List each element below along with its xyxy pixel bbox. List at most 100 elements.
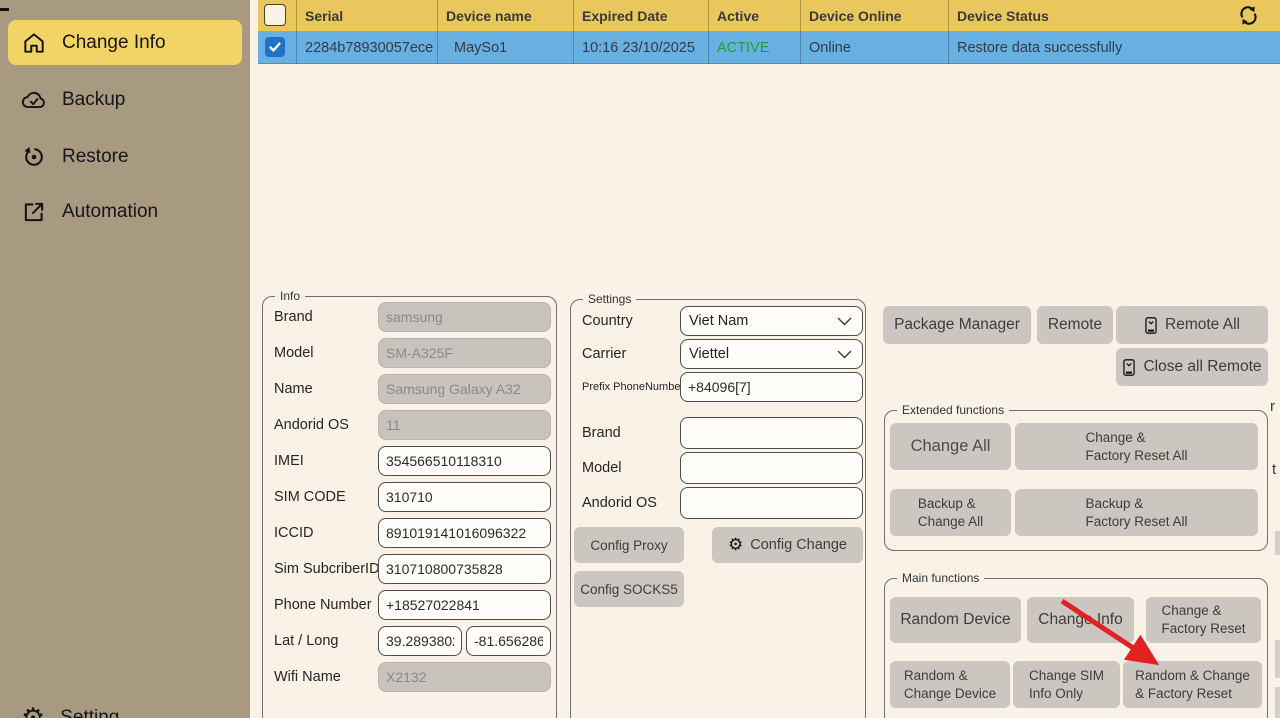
button-label: Change & Factory Reset All [1085,429,1187,464]
config-change-label: Config Change [750,537,847,553]
change-info-button[interactable]: Change Info [1027,597,1134,643]
sidebar-item-label: Setting [60,707,119,718]
sim-subscriber-label: Sim SubcriberID [274,554,380,584]
device-table-header: Serial Device name Expired Date Active D… [258,0,1280,31]
main-functions-title: Main functions [897,571,984,585]
clipped-text-fragment: r [1270,398,1275,415]
change-all-button[interactable]: Change All [890,423,1011,470]
model-field [378,338,551,368]
window-edge-mark [0,8,9,11]
config-change-button[interactable]: ⚙ Config Change [712,527,863,563]
col-header-serial[interactable]: Serial [296,0,437,31]
iccid-field[interactable] [378,518,551,548]
settings-android-os-label: Andorid OS [582,488,657,518]
button-label: Change SIM Info Only [1029,667,1104,702]
sidebar-item-change-info[interactable]: Change Info [8,20,242,65]
brand-field [378,302,551,332]
extended-functions-title: Extended functions [897,403,1009,417]
change-sim-info-only-button[interactable]: Change SIM Info Only [1013,661,1120,708]
lat-long-label: Lat / Long [274,626,339,656]
random-and-change-device-button[interactable]: Random & Change Device [890,661,1010,708]
settings-groupbox-title: Settings [583,292,636,306]
home-icon [21,30,47,56]
sidebar-item-label: Automation [62,201,158,223]
refresh-icon[interactable] [1236,3,1261,28]
phone-number-label: Phone Number [274,590,372,620]
phone-number-field[interactable] [378,590,551,620]
chevron-down-icon [837,350,852,359]
imei-label: IMEI [274,446,304,476]
sidebar: Change Info Backup Restore Automation ⚙ … [0,0,250,718]
row-checkbox[interactable] [265,37,285,57]
close-all-remote-label: Close all Remote [1143,358,1261,376]
sidebar-item-setting[interactable]: ⚙ Setting [8,696,242,718]
sidebar-item-automation[interactable]: Automation [8,190,242,234]
info-groupbox-title: Info [275,289,305,303]
sim-code-field[interactable] [378,482,551,512]
button-label: Random & Change & Factory Reset [1135,667,1250,702]
settings-model-label: Model [582,453,622,483]
launch-icon [21,199,47,225]
sidebar-item-label: Change Info [62,32,166,54]
config-socks5-button[interactable]: Config SOCKS5 [574,571,684,607]
col-header-expired-date[interactable]: Expired Date [573,0,708,31]
brand-label: Brand [274,302,313,332]
gear-icon: ⚙ [728,537,743,554]
android-os-field [378,410,551,440]
col-header-active[interactable]: Active [708,0,800,31]
country-value: Viet Nam [689,313,748,329]
clipped-button-fragment [1275,531,1280,555]
restore-icon [21,144,47,170]
iccid-label: ICCID [274,518,313,548]
country-label: Country [582,306,633,336]
random-change-factory-reset-button[interactable]: Random & Change & Factory Reset [1123,661,1262,708]
package-manager-button[interactable]: Package Manager [883,306,1031,344]
random-device-button[interactable]: Random Device [890,597,1021,643]
cell-expired-date: 10:16 23/10/2025 [573,31,708,64]
sidebar-item-restore[interactable]: Restore [8,135,242,179]
imei-field[interactable] [378,446,551,476]
change-and-factory-reset-all-button[interactable]: Change & Factory Reset All [1015,423,1258,470]
device-table-row[interactable]: 2284b78930057ece MaySo1 10:16 23/10/2025… [258,31,1280,64]
carrier-dropdown[interactable]: Viettel [680,339,863,369]
button-label: Backup & Change All [918,495,983,530]
name-label: Name [274,374,313,404]
button-label: Change & Factory Reset [1161,602,1245,637]
cell-device-online: Online [800,31,948,64]
cloud-backup-icon [21,87,47,113]
remote-button[interactable]: Remote [1037,306,1113,344]
settings-brand-label: Brand [582,418,621,448]
wifi-name-label: Wifi Name [274,662,341,692]
col-header-device-online[interactable]: Device Online [800,0,948,31]
config-proxy-button[interactable]: Config Proxy [574,527,684,563]
sidebar-item-backup[interactable]: Backup [8,78,242,122]
col-header-device-name[interactable]: Device name [437,0,573,31]
clipped-button-fragment [1275,640,1280,678]
settings-brand-field[interactable] [680,417,863,449]
button-label: Random & Change Device [904,667,996,702]
sidebar-item-label: Restore [62,146,129,168]
settings-android-os-field[interactable] [680,487,863,519]
prefix-phone-field[interactable] [680,372,863,402]
name-field [378,374,551,404]
android-os-label: Andorid OS [274,410,349,440]
chevron-down-icon [837,317,852,326]
longitude-field[interactable] [466,626,551,656]
cell-device-status: Restore data successfully [948,31,1280,64]
country-dropdown[interactable]: Viet Nam [680,306,863,336]
close-all-remote-button[interactable]: Close all Remote [1116,348,1268,386]
clipped-text-fragment: t [1272,461,1276,478]
button-label: Backup & Factory Reset All [1085,495,1187,530]
backup-and-factory-reset-all-button[interactable]: Backup & Factory Reset All [1015,489,1258,536]
remote-all-button[interactable]: Remote All [1116,306,1268,344]
latitude-field[interactable] [378,626,462,656]
settings-model-field[interactable] [680,452,863,484]
sim-subscriber-field[interactable] [378,554,551,584]
change-and-factory-reset-button[interactable]: Change & Factory Reset [1146,597,1261,643]
clipped-button-fragment [1275,687,1280,718]
backup-and-change-all-button[interactable]: Backup & Change All [890,489,1011,536]
sidebar-item-label: Backup [62,89,125,111]
cell-serial: 2284b78930057ece [296,31,437,64]
col-header-device-status[interactable]: Device Status [948,0,1280,31]
select-all-checkbox[interactable] [264,4,286,26]
